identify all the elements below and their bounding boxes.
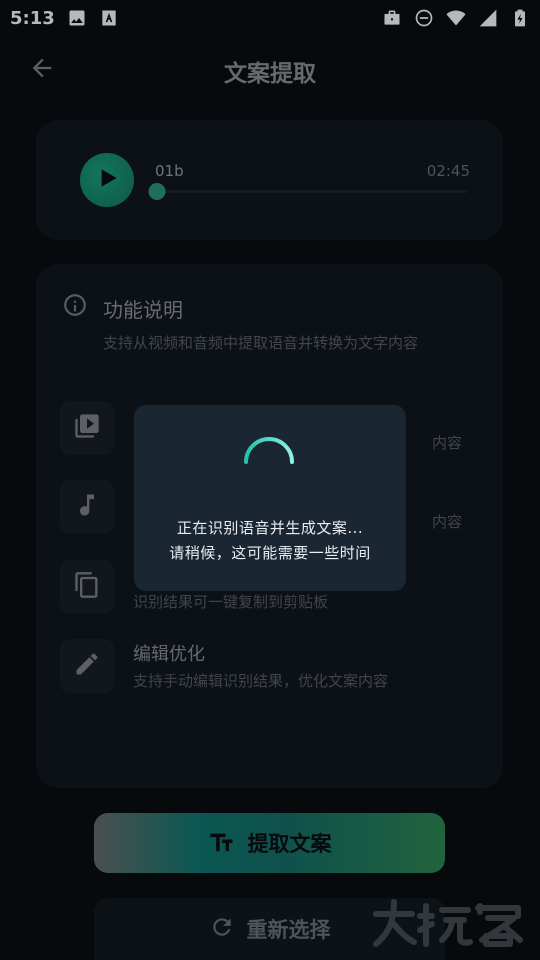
loading-message: 正在识别语音并生成文案... [176,519,364,537]
watermark-logo [368,896,528,948]
loading-spinner-icon [244,437,294,464]
loading-submessage: 请稍候，这可能需要一些时间 [169,544,371,562]
loading-dialog: 正在识别语音并生成文案... 请稍候，这可能需要一些时间 [134,405,406,591]
